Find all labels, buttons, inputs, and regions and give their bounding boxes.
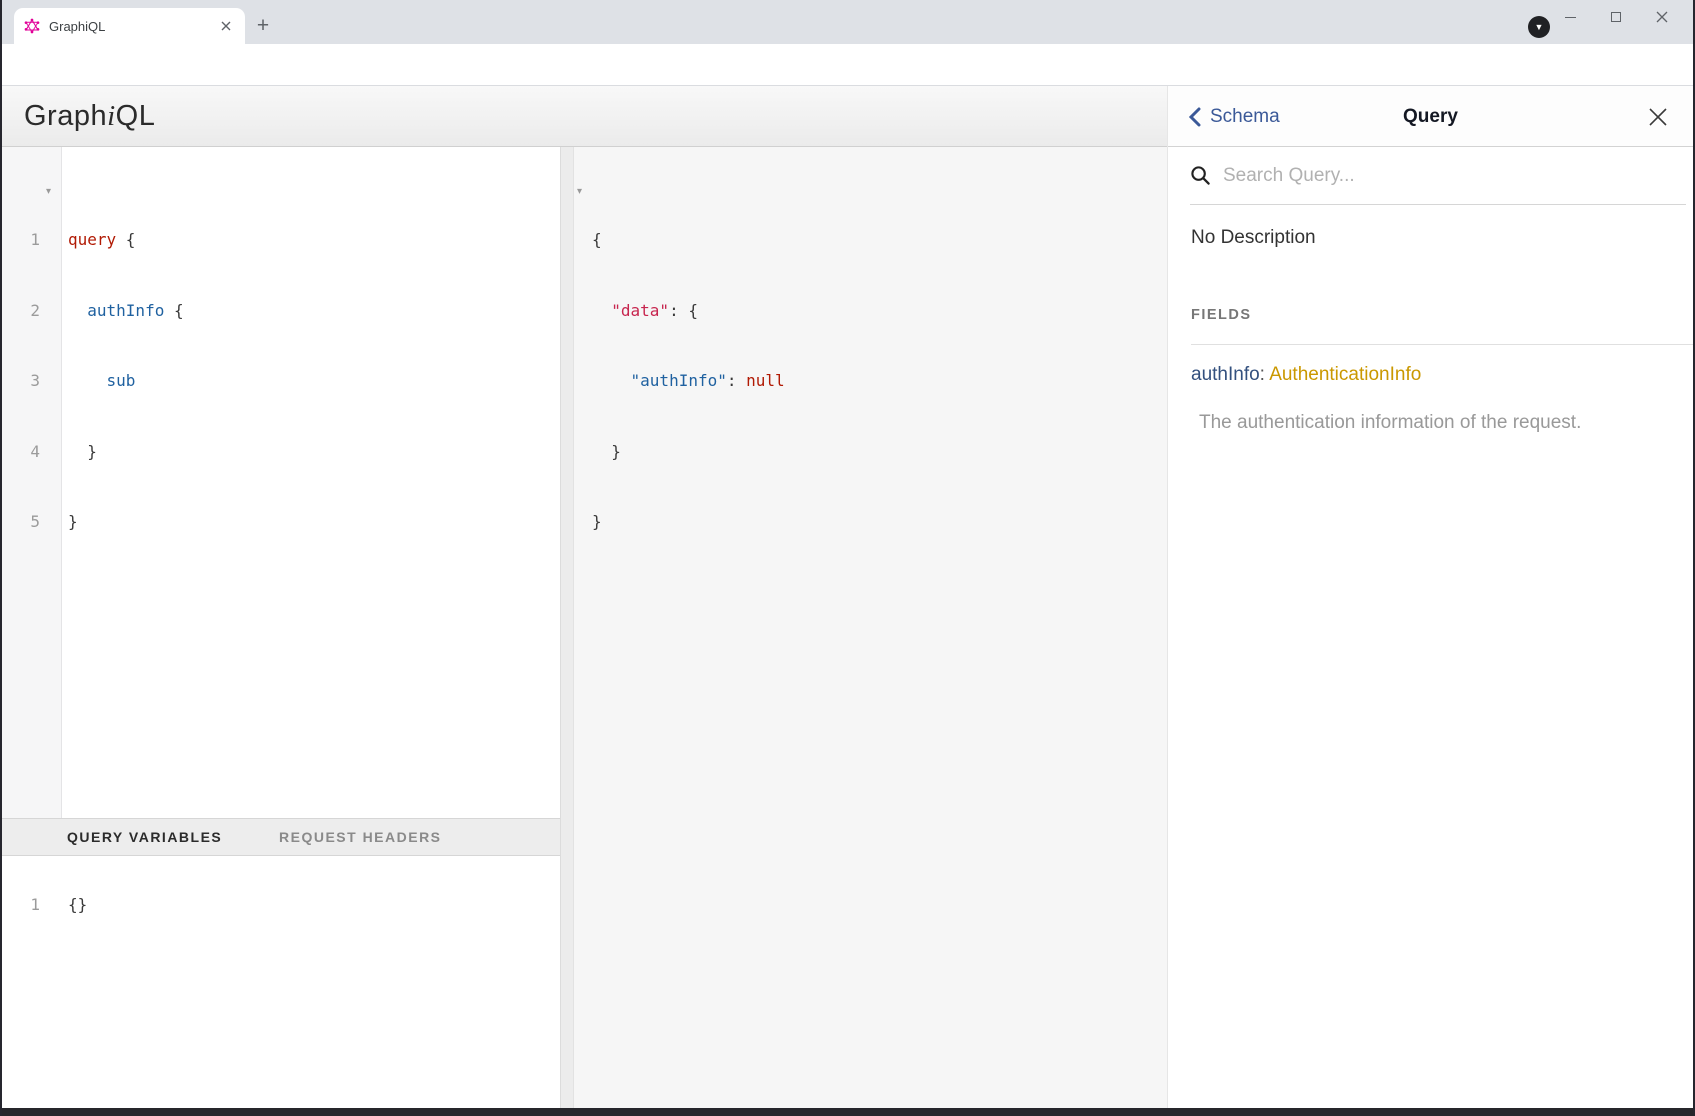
tab-query-variables[interactable]: QUERY VARIABLES (67, 819, 222, 855)
doc-panel-title: Query (1168, 86, 1693, 147)
browser-tab[interactable]: GraphiQL (14, 8, 245, 44)
variables-editor[interactable]: 1 {} (2, 856, 560, 1109)
doc-no-description: No Description (1191, 227, 1316, 249)
result-line: "authInfo": null (592, 369, 785, 393)
graphiql-logo: GraphiQL (24, 100, 155, 133)
doc-field-type-link[interactable]: AuthenticationInfo (1269, 364, 1421, 385)
tab-request-headers[interactable]: REQUEST HEADERS (279, 819, 442, 855)
result-code: { "data": { "authInfo": null } } (592, 181, 785, 581)
doc-search-input[interactable] (1223, 165, 1686, 187)
query-line: sub (68, 369, 184, 393)
doc-search-row (1190, 147, 1686, 205)
variables-line-number: 1 (2, 893, 40, 917)
result-line: } (592, 510, 785, 534)
browser-titlebar: GraphiQL + ▼ (2, 0, 1693, 44)
window-bottom-edge (0, 1108, 1695, 1116)
close-button[interactable] (1639, 0, 1685, 34)
graphiql-toolbar: GraphiQL Prettify Merge Copy History Sha… (2, 86, 1167, 147)
doc-field-name-link[interactable]: authInfo (1191, 364, 1260, 385)
result-pane[interactable]: ▾ { "data": { "authInfo": null } } (574, 147, 1167, 1109)
doc-fields-divider (1191, 344, 1694, 345)
fold-arrow-icon[interactable]: ▾ (577, 187, 582, 197)
graphiql-workspace: 1 2 3 4 5 ▾ query { authInfo { sub } } Q… (2, 147, 1167, 1109)
query-editor-pane[interactable]: 1 2 3 4 5 ▾ query { authInfo { sub } } Q… (2, 147, 560, 1109)
minimize-button[interactable] (1547, 0, 1593, 34)
variables-code[interactable]: {} (68, 893, 87, 917)
tab-title: GraphiQL (49, 19, 217, 34)
search-icon (1190, 165, 1211, 186)
doc-explorer-header: Schema Query (1168, 86, 1693, 147)
query-line: authInfo { (68, 299, 184, 323)
window-border (0, 0, 2, 1116)
result-line: { (592, 228, 785, 252)
window-controls (1547, 0, 1685, 34)
browser-addressbar: localhost:3000/graphql ☆ UO (2, 44, 1693, 86)
query-code[interactable]: query { authInfo { sub } } (68, 181, 184, 581)
variables-titlebar: QUERY VARIABLES REQUEST HEADERS (2, 818, 560, 856)
doc-field-row: authInfo: AuthenticationInfo (1191, 364, 1421, 386)
result-line: "data": { (592, 299, 785, 323)
fold-arrow-icon[interactable]: ▾ (46, 187, 51, 197)
new-tab-button[interactable]: + (250, 13, 276, 39)
browser-window: GraphiQL + ▼ (0, 0, 1695, 1116)
graphql-favicon (24, 18, 40, 34)
pane-resize-handle[interactable] (560, 147, 574, 1109)
query-line: query { (68, 228, 184, 252)
doc-fields-header: FIELDS (1191, 307, 1252, 323)
query-line-numbers: 1 2 3 4 5 (2, 181, 40, 581)
doc-field-description: The authentication information of the re… (1199, 412, 1581, 434)
query-line: } (68, 510, 184, 534)
query-line: } (68, 440, 184, 464)
doc-close-icon[interactable] (1645, 104, 1671, 130)
tab-close-icon[interactable] (217, 17, 235, 35)
maximize-button[interactable] (1593, 0, 1639, 34)
result-line: } (592, 440, 785, 464)
doc-explorer-panel: Schema Query No Description FIELDS authI… (1167, 86, 1693, 1109)
